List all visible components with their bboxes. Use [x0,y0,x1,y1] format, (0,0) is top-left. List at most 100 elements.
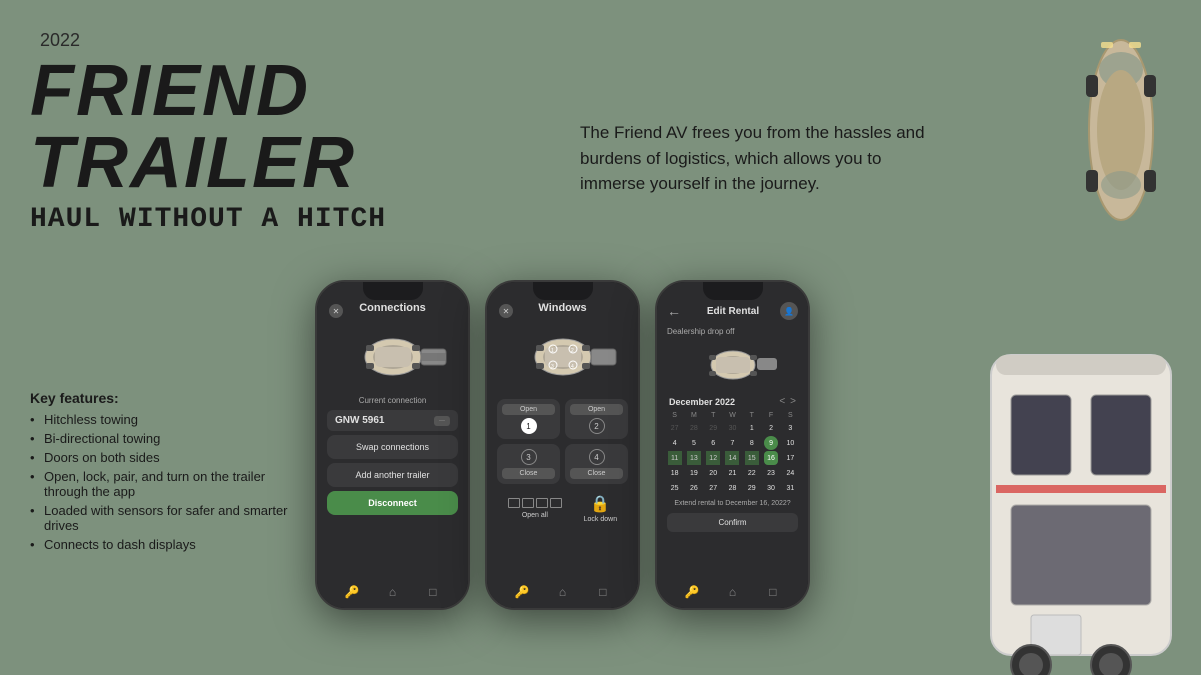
lock-icon: 🔒 [590,494,610,514]
calendar-weeks: 27 28 29 30 1 2 3 4 5 6 [665,421,800,495]
window-1-num: 1 [521,418,537,434]
cal-day[interactable]: 20 [706,466,720,480]
connection-label: Current connection [317,394,468,407]
cal-day-today[interactable]: 9 [764,436,778,450]
cal-day[interactable]: 29 [706,421,720,435]
trailer-icon-2[interactable]: □ [595,584,611,600]
phone1-bottom-bar: 🔑 ⌂ □ [317,584,468,600]
phone-notch-2 [533,282,593,300]
next-month-btn[interactable]: > [790,396,796,407]
plate-detail-btn[interactable]: ··· [434,416,450,426]
phone-notch-3 [703,282,763,300]
cal-day[interactable]: 5 [687,436,701,450]
deco-car-svg-top [1041,0,1201,280]
disconnect-btn[interactable]: Disconnect [327,491,458,515]
cal-day[interactable]: 11 [668,451,682,465]
calendar-grid: S M T W T F S 27 28 29 3 [657,410,808,497]
cal-day[interactable]: 12 [706,451,720,465]
cal-week-3: 11 13 12 14 15 16 17 [665,451,800,465]
cal-day[interactable]: 15 [745,451,759,465]
phone-screen-2: ✕ Windows [487,282,638,608]
cal-day[interactable]: 24 [783,466,797,480]
page-container: 2022 Friend Trailer Haul Without a Hitch… [0,0,1201,675]
cal-day[interactable]: 27 [706,481,720,495]
user-avatar[interactable]: 👤 [780,302,798,320]
key-icon[interactable]: 🔑 [344,584,360,600]
home-icon[interactable]: ⌂ [384,584,400,600]
cal-day[interactable]: 21 [725,466,739,480]
extend-rental-text: Extend rental to December 16, 2022? [657,497,808,510]
cal-day[interactable]: 27 [668,421,682,435]
feature-item: Doors on both sides [30,450,300,465]
swap-connections-btn[interactable]: Swap connections [327,435,458,459]
cal-day[interactable]: 7 [725,436,739,450]
cal-day[interactable]: 10 [783,436,797,450]
cal-day[interactable]: 6 [706,436,720,450]
cal-day[interactable]: 14 [725,451,739,465]
window-2-btn[interactable]: Open [570,404,623,415]
cal-week-4: 18 19 20 21 22 23 24 [665,466,800,480]
key-features: Key features: Hitchless towing Bi-direct… [30,390,300,556]
window-icon-2 [522,498,534,508]
cal-day[interactable]: 25 [668,481,682,495]
deco-car-top-right [1041,0,1201,290]
prev-month-btn[interactable]: < [779,396,785,407]
lock-down-section: 🔒 Lock down [584,494,617,523]
cal-day[interactable]: 23 [764,466,778,480]
window-4-btn[interactable]: Close [570,468,623,479]
back-button[interactable]: ← [667,303,681,319]
phone2-bottom-bar: 🔑 ⌂ □ [487,584,638,600]
phone-connections: ✕ Connections [315,280,470,610]
window-icon-3 [536,498,548,508]
cal-day[interactable]: 30 [764,481,778,495]
cal-day[interactable]: 28 [687,421,701,435]
windows-title: Windows [538,302,586,314]
window-1-btn[interactable]: Open [502,404,555,415]
cal-day[interactable]: 22 [745,466,759,480]
window-3-btn[interactable]: Close [502,468,555,479]
cal-day[interactable]: 19 [687,466,701,480]
car-windows-svg: 1 2 3 4 [503,327,623,387]
car-cal-svg [683,343,783,388]
cal-day[interactable]: 2 [764,421,778,435]
phone1-car [317,324,468,389]
cal-day[interactable]: 29 [745,481,759,495]
trailer-icon[interactable]: □ [425,584,441,600]
cal-day-highlighted[interactable]: 16 [764,451,778,465]
deco-trailer-bottom-right [921,275,1201,675]
cal-day[interactable]: 18 [668,466,682,480]
month-nav-btns: < > [779,396,796,407]
cal-day[interactable]: 3 [783,421,797,435]
phone-calendar: ← Edit Rental 👤 Dealership drop off [655,280,810,610]
phone-screen-1: ✕ Connections [317,282,468,608]
day-m: M [684,412,703,419]
open-all-label[interactable]: Open all [522,512,548,519]
cal-day[interactable]: 13 [687,451,701,465]
key-icon-3[interactable]: 🔑 [684,584,700,600]
add-trailer-btn[interactable]: Add another trailer [327,463,458,487]
confirm-button[interactable]: Confirm [667,513,798,532]
cal-day[interactable]: 28 [725,481,739,495]
close-button[interactable]: ✕ [329,304,343,318]
month-label: December 2022 [669,397,735,407]
cal-day[interactable]: 4 [668,436,682,450]
phones-container: ✕ Connections [315,280,810,610]
cal-day[interactable]: 26 [687,481,701,495]
key-icon-2[interactable]: 🔑 [514,584,530,600]
cal-day[interactable]: 30 [725,421,739,435]
windows-grid: Open 1 Open 2 3 Close 4 Close [487,394,638,489]
phone2-car: 1 2 3 4 [487,324,638,389]
cal-day[interactable]: 1 [745,421,759,435]
trailer-icon-3[interactable]: □ [765,584,781,600]
home-icon-2[interactable]: ⌂ [554,584,570,600]
cal-day[interactable]: 17 [783,451,797,465]
window-2: Open 2 [565,399,628,439]
subtitle: Haul Without a Hitch [30,204,530,235]
window-3-num: 3 [521,449,537,465]
close-button-2[interactable]: ✕ [499,304,513,318]
lock-down-label[interactable]: Lock down [584,516,617,523]
window-3: 3 Close [497,444,560,484]
home-icon-3[interactable]: ⌂ [724,584,740,600]
cal-day[interactable]: 8 [745,436,759,450]
cal-day[interactable]: 31 [783,481,797,495]
